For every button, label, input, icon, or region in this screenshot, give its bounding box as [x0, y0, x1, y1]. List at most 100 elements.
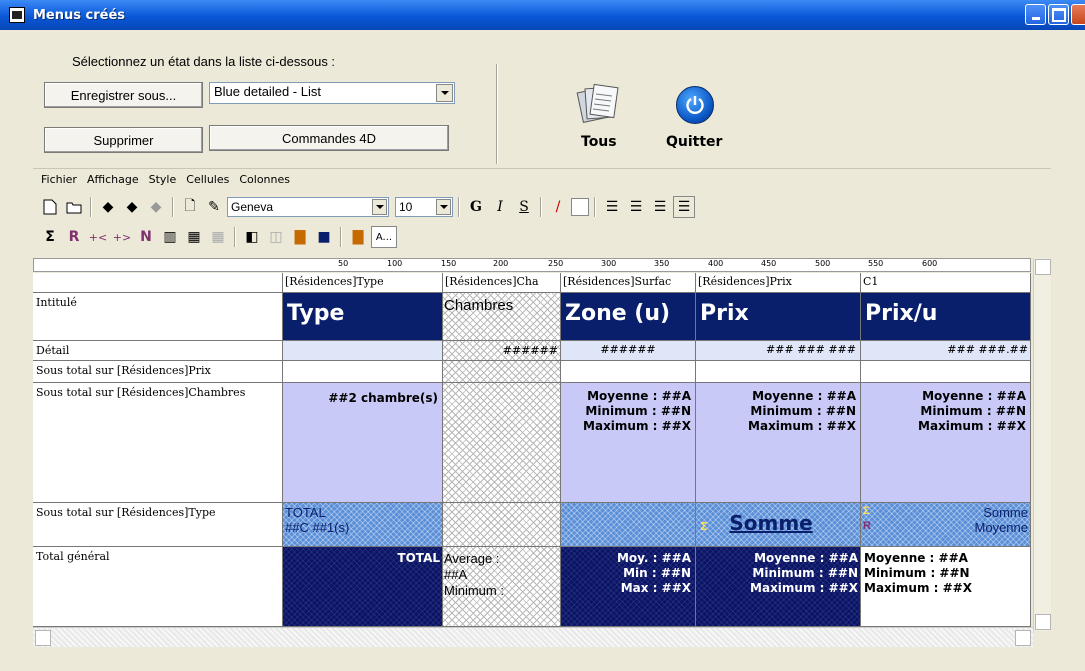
disk-save-icon[interactable]: ◆ — [121, 196, 143, 218]
text-color-icon[interactable]: / — [547, 196, 569, 218]
disk-icon[interactable]: ◆ — [97, 196, 119, 218]
font-select-value: Geneva — [231, 200, 274, 214]
vertical-scrollbar[interactable] — [1033, 258, 1051, 631]
cell-subtotal-chambres-type[interactable]: ##2 chambre(s) — [283, 383, 443, 503]
column-header-type[interactable]: [Résidences]Type — [283, 273, 443, 293]
menu-cellules[interactable]: Cellules — [186, 173, 229, 191]
cell-subtotal-chambres-prixu[interactable]: Moyenne : ##A Minimum : ##N Maximum : ##X — [861, 383, 1031, 503]
color-picker-button[interactable]: A... — [371, 226, 397, 248]
print-icon[interactable]: ✎ — [203, 196, 225, 218]
cell-detail-zone[interactable]: ###### — [561, 341, 696, 361]
cell-subtotal-prix-prix[interactable] — [696, 361, 861, 383]
report-select[interactable]: Blue detailed - List — [209, 82, 455, 104]
row-label-subtotal-prix[interactable]: Sous total sur [Résidences]Prix — [33, 361, 283, 383]
cell-subtotal-prix-zone[interactable] — [561, 361, 696, 383]
column-header-c1[interactable]: C1 — [861, 273, 1031, 293]
divider — [496, 64, 498, 164]
grid-disabled-icon[interactable]: ▦ — [207, 226, 229, 248]
row-label-intitule[interactable]: Intitulé — [33, 293, 283, 341]
align-left-icon[interactable]: ☰ — [601, 196, 623, 218]
minimize-button[interactable] — [1025, 4, 1046, 25]
calc-toolbar: Σ R +< +> N ▥ ▦ ▦ ◧ ◫ ▇ ■ ▇ A... — [33, 224, 397, 250]
scroll-down-icon[interactable] — [1035, 614, 1051, 630]
cell-detail-chambres[interactable]: ###### — [443, 341, 561, 361]
average-icon[interactable]: R — [63, 226, 85, 248]
menu-colonnes[interactable]: Colonnes — [239, 173, 290, 191]
cell-subtotal-prix-chambres[interactable] — [443, 361, 561, 383]
minimum-icon[interactable]: +< — [87, 226, 109, 248]
cell-subtotal-type-prixu[interactable]: Σ Somme R Moyenne — [861, 503, 1031, 547]
scroll-up-icon[interactable] — [1035, 259, 1051, 275]
tous-label: Tous — [581, 134, 617, 150]
underline-button[interactable]: S — [513, 196, 535, 218]
column-header-prix[interactable]: [Résidences]Prix — [696, 273, 861, 293]
cell-subtotal-type-prix[interactable]: Σ Somme — [696, 503, 861, 547]
disk-saveas-icon[interactable]: ◆ — [145, 196, 167, 218]
chevron-down-icon[interactable] — [372, 199, 387, 215]
cell-total-prix[interactable]: Moyenne : ##A Minimum : ##N Maximum : ##X — [696, 547, 861, 627]
row-label-subtotal-chambres[interactable]: Sous total sur [Résidences]Chambres — [33, 383, 283, 503]
align-right-icon[interactable]: ☰ — [649, 196, 671, 218]
maximum-icon[interactable]: +> — [111, 226, 133, 248]
cell-subtotal-chambres-zone[interactable]: Moyenne : ##A Minimum : ##N Maximum : ##X — [561, 383, 696, 503]
cell-detail-prix[interactable]: ### ### ### — [696, 341, 861, 361]
cell-subtotal-prix-type[interactable] — [283, 361, 443, 383]
menu-style[interactable]: Style — [149, 173, 177, 191]
cell-total-type[interactable]: TOTAL — [283, 547, 443, 627]
text-fill-icon[interactable]: ▇ — [347, 226, 369, 248]
scroll-right-icon[interactable] — [1015, 630, 1031, 646]
scroll-left-icon[interactable] — [35, 630, 51, 646]
chevron-down-icon[interactable] — [436, 84, 453, 102]
row-label-subtotal-type[interactable]: Sous total sur [Résidences]Type — [33, 503, 283, 547]
cell-detail-type[interactable] — [283, 341, 443, 361]
cell-subtotal-type-zone[interactable] — [561, 503, 696, 547]
documents-stack-icon[interactable] — [574, 80, 622, 128]
column-header-surface[interactable]: [Résidences]Surfac — [561, 273, 696, 293]
count-icon[interactable]: N — [135, 226, 157, 248]
menu-affichage[interactable]: Affichage — [87, 173, 139, 191]
fill-swatch[interactable]: ■ — [313, 226, 335, 248]
align-justify-icon[interactable]: ☰ — [673, 196, 695, 218]
close-button[interactable] — [1071, 4, 1085, 25]
cell-subtotal-chambres-prix[interactable]: Moyenne : ##A Minimum : ##N Maximum : ##X — [696, 383, 861, 503]
new-document-icon[interactable] — [39, 196, 61, 218]
cell-intitule-prix[interactable]: Prix — [696, 293, 861, 341]
cell-detail-prixu[interactable]: ### ###.## — [861, 341, 1031, 361]
cell-subtotal-type-type[interactable]: TOTAL ##C ##1(s) — [283, 503, 443, 547]
cell-intitule-type[interactable]: Type — [283, 293, 443, 341]
row-label-detail[interactable]: Détail — [33, 341, 283, 361]
fill-color-icon[interactable]: ▇ — [289, 226, 311, 248]
cell-subtotal-prix-prixu[interactable] — [861, 361, 1031, 383]
print-preview-icon[interactable]: 🗋 — [179, 196, 201, 218]
open-folder-icon[interactable] — [63, 196, 85, 218]
cell-intitule-zone[interactable]: Zone (u) — [561, 293, 696, 341]
grid-icon[interactable]: ▦ — [183, 226, 205, 248]
font-select[interactable]: Geneva — [227, 197, 389, 217]
commands-4d-button[interactable]: Commandes 4D — [209, 125, 449, 151]
delete-button[interactable]: Supprimer — [44, 127, 203, 153]
cell-total-zone[interactable]: Moy. : ##A Min : ##N Max : ##X — [561, 547, 696, 627]
column-header-chambres[interactable]: [Résidences]Cha — [443, 273, 561, 293]
cell-subtotal-chambres-chambres[interactable] — [443, 383, 561, 503]
column-icon[interactable]: ▥ — [159, 226, 181, 248]
menu-fichier[interactable]: Fichier — [41, 173, 77, 191]
cell-subtotal-type-chambres[interactable] — [443, 503, 561, 547]
horizontal-scrollbar[interactable] — [33, 627, 1033, 647]
chevron-down-icon[interactable] — [436, 199, 451, 215]
align-center-icon[interactable]: ☰ — [625, 196, 647, 218]
power-icon[interactable] — [676, 86, 714, 124]
cell-intitule-prixu[interactable]: Prix/u — [861, 293, 1031, 341]
color-swatch[interactable] — [571, 198, 589, 216]
row-label-total[interactable]: Total général — [33, 547, 283, 627]
insert-column-icon[interactable]: ◧ — [241, 226, 263, 248]
cell-intitule-chambres[interactable]: Chambres — [443, 293, 561, 341]
bold-button[interactable]: G — [465, 196, 487, 218]
maximize-button[interactable] — [1048, 4, 1069, 25]
italic-button[interactable]: I — [489, 196, 511, 218]
cell-total-prixu[interactable]: Moyenne : ##A Minimum : ##N Maximum : ##X — [861, 547, 1031, 627]
delete-column-icon[interactable]: ◫ — [265, 226, 287, 248]
font-size-select[interactable]: 10 — [395, 197, 453, 217]
cell-total-chambres[interactable]: Average : ##A Minimum : — [443, 547, 561, 627]
sum-icon[interactable]: Σ — [39, 226, 61, 248]
save-as-button[interactable]: Enregistrer sous... — [44, 82, 203, 108]
